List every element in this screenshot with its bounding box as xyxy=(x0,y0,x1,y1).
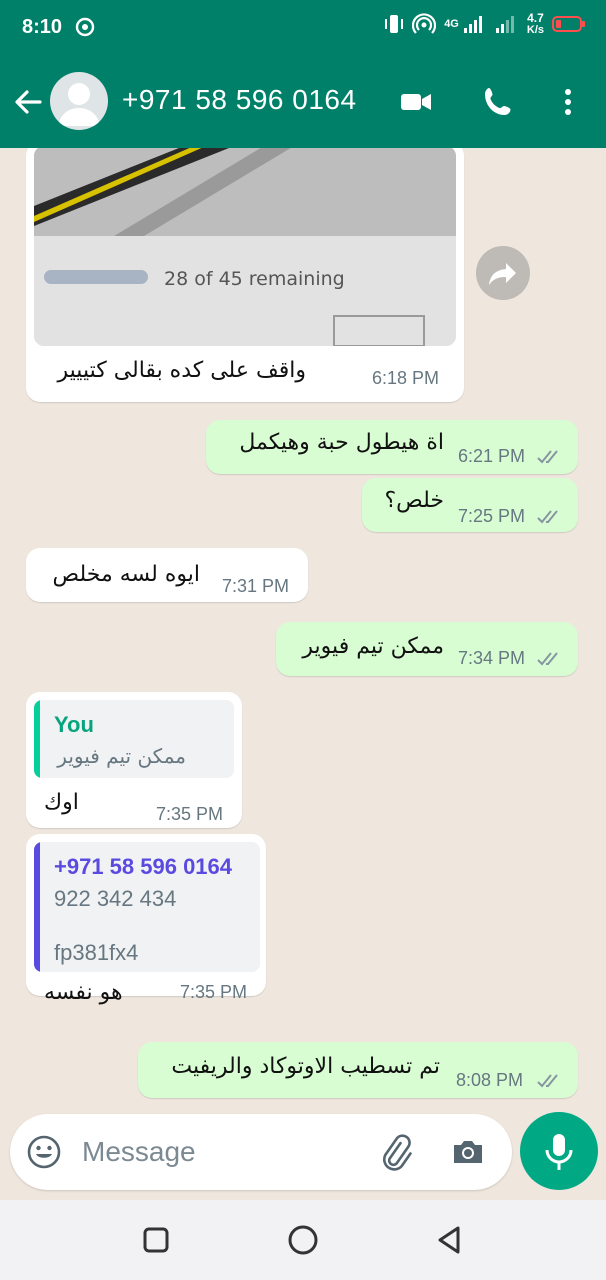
voice-call-icon[interactable] xyxy=(480,84,516,120)
quote-author: +971 58 596 0164 xyxy=(54,854,233,879)
read-ticks-icon xyxy=(537,510,558,524)
read-ticks-icon xyxy=(537,450,558,464)
message-outgoing[interactable]: اة هيطول حبة وهيكمل 6:21 PM xyxy=(206,420,578,474)
forward-icon xyxy=(489,263,516,285)
message-time: 8:08 PM xyxy=(456,1070,524,1090)
avatar-icon xyxy=(58,83,100,126)
back-nav-icon[interactable] xyxy=(432,1222,468,1258)
message-incoming[interactable]: ايوه لسه مخلص 7:31 PM xyxy=(26,548,308,602)
hotspot-icon xyxy=(412,13,437,34)
read-ticks-icon xyxy=(537,652,558,666)
quote-line-2: fp381fx4 xyxy=(54,940,139,965)
message-time: 7:35 PM xyxy=(180,982,248,1002)
quote-text: ممكن تيم فيوير xyxy=(57,744,186,768)
message-time: 6:21 PM xyxy=(458,446,526,466)
mic-icon xyxy=(545,1134,573,1170)
chat-header: +971 58 596 0164 xyxy=(0,56,606,148)
voice-message-button[interactable] xyxy=(520,1112,598,1190)
signal-icon xyxy=(463,16,482,33)
message-text: اة هيطول حبة وهيكمل xyxy=(239,430,444,455)
message-outgoing[interactable]: تم تسطيب الاوتوكاد والريفيت 8:08 PM xyxy=(138,1042,578,1098)
back-arrow-icon[interactable] xyxy=(12,86,44,118)
message-time: 7:31 PM xyxy=(222,576,290,596)
message-incoming-image[interactable]: 28 of 45 remaining واقف على كده بقالى كت… xyxy=(26,148,464,402)
camera-icon[interactable] xyxy=(450,1134,486,1170)
data-speed: 4.7 K/s xyxy=(526,11,544,36)
quote-author: You xyxy=(54,712,94,737)
message-text: ممكن تيم فيوير xyxy=(302,634,444,659)
attach-icon[interactable] xyxy=(376,1132,416,1172)
network-type: 4G xyxy=(444,18,459,30)
message-outgoing[interactable]: ممكن تيم فيوير 7:34 PM xyxy=(276,622,578,676)
message-time: 7:34 PM xyxy=(458,648,526,668)
quoted-message[interactable]: +971 58 596 0164 922 342 434 fp381fx4 xyxy=(34,842,260,972)
message-text: تم تسطيب الاوتوكاد والريفيت xyxy=(171,1054,440,1079)
quote-bar xyxy=(34,842,40,972)
contact-name[interactable]: +971 58 596 0164 xyxy=(122,84,357,116)
quote-bar xyxy=(34,700,40,778)
message-input[interactable] xyxy=(82,1132,362,1172)
image-text: 28 of 45 remaining xyxy=(164,268,345,290)
message-outgoing[interactable]: خلص؟ 7:25 PM xyxy=(362,478,578,532)
avatar[interactable] xyxy=(50,72,108,130)
message-incoming-reply[interactable]: You ممكن تيم فيوير اوك 7:35 PM xyxy=(26,692,242,828)
status-time: 8:10 xyxy=(22,16,63,38)
signal-2-icon xyxy=(495,16,514,33)
chat-area[interactable]: 28 of 45 remaining واقف على كده بقالى كت… xyxy=(0,148,606,1104)
forward-button[interactable] xyxy=(476,246,530,300)
status-icons: 4G 4.7 K/s xyxy=(384,12,586,36)
message-incoming-reply[interactable]: +971 58 596 0164 922 342 434 fp381fx4 هو… xyxy=(26,834,266,1005)
vibrate-icon xyxy=(385,15,404,33)
more-vert-icon[interactable] xyxy=(550,84,586,120)
message-text: اوك xyxy=(44,790,79,815)
photo-thumbnail xyxy=(34,148,456,346)
system-nav-bar xyxy=(0,1200,606,1280)
message-time: 7:25 PM xyxy=(458,506,526,526)
message-text: خلص؟ xyxy=(384,488,444,513)
read-ticks-icon xyxy=(537,1074,558,1088)
recents-icon[interactable] xyxy=(138,1222,174,1258)
message-time: 6:18 PM xyxy=(372,368,440,388)
battery-icon xyxy=(552,16,585,32)
message-text: هو نفسه xyxy=(44,980,123,1005)
quoted-message[interactable]: You ممكن تيم فيوير xyxy=(34,700,234,778)
whatsapp-status-icon xyxy=(75,17,95,37)
video-call-icon[interactable] xyxy=(398,84,434,120)
quote-line-1: 922 342 434 xyxy=(54,886,177,911)
status-bar: 8:10 4G 4.7 K/s xyxy=(0,0,606,56)
message-text: ايوه لسه مخلص xyxy=(52,562,200,587)
image-attachment[interactable]: 28 of 45 remaining xyxy=(34,148,456,346)
message-composer xyxy=(10,1114,512,1190)
message-time: 7:35 PM xyxy=(156,804,224,824)
emoji-icon[interactable] xyxy=(26,1134,62,1170)
home-icon[interactable] xyxy=(285,1222,321,1258)
message-text: واقف على كده بقالى كتييير xyxy=(57,358,306,383)
